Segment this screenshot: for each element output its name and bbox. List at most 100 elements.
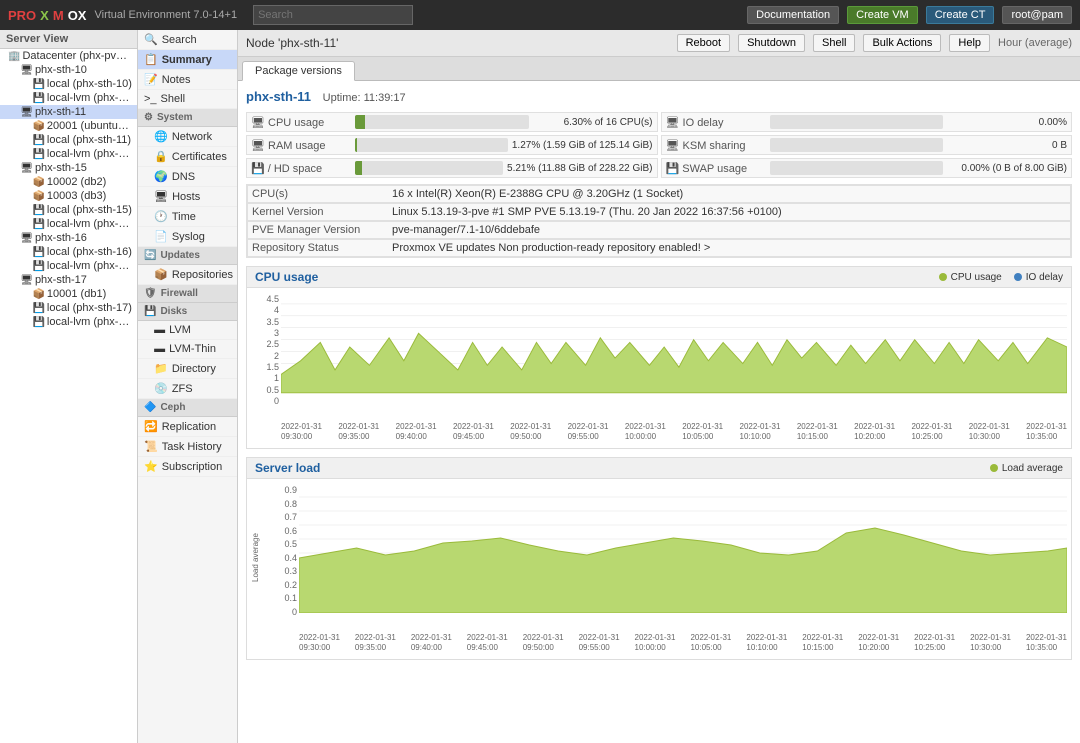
topbar: PROXMOX Virtual Environment 7.0-14+1 Doc… — [0, 0, 1080, 30]
cpu-legend-item: CPU usage — [939, 272, 1002, 283]
server-load-legend: Load average — [990, 463, 1063, 474]
sidebar-item-10001--db1-[interactable]: 📦10001 (db1) — [0, 287, 137, 301]
sidebar-item-local--phx-sth-16-[interactable]: 💾local (phx-sth-16) — [0, 245, 137, 259]
sidebar: Server View 🏢Datacenter (phx-pve-c01) 🖥p… — [0, 30, 138, 743]
cpu-chart-inner — [281, 292, 1067, 422]
documentation-button[interactable]: Documentation — [747, 6, 839, 24]
server-load-chart-title: Server load — [255, 461, 990, 475]
logo-ox: X — [40, 8, 49, 23]
summary-title: phx-sth-11 Uptime: 11:39:17 — [246, 89, 1072, 104]
hour-average-label: Hour (average) — [998, 37, 1072, 49]
info-row-cpu-s-: CPU(s)16 x Intel(R) Xeon(R) E-2388G CPU … — [247, 185, 1071, 203]
nav-item-summary[interactable]: 📋Summary — [138, 50, 237, 70]
sidebar-item-local--phx-sth-17-[interactable]: 💾local (phx-sth-17) — [0, 301, 137, 315]
sidebar-item-local-lvm--phx-sth-15-[interactable]: 💾local-lvm (phx-sth-15) — [0, 217, 137, 231]
sidebar-item-phx-sth-17[interactable]: 🖥phx-sth-17 — [0, 273, 137, 287]
sidebar-item-local-lvm--phx-sth-16-[interactable]: 💾local-lvm (phx-sth-16) — [0, 259, 137, 273]
search-box[interactable] — [253, 5, 413, 25]
nav-item-replication[interactable]: 🔁Replication — [138, 417, 237, 437]
nav-item-updates[interactable]: 🔄Updates — [138, 247, 237, 265]
help-button[interactable]: Help — [949, 34, 990, 52]
sidebar-item-local--phx-sth-10-[interactable]: 💾local (phx-sth-10) — [0, 77, 137, 91]
nav-item-dns[interactable]: 🌍DNS — [138, 167, 237, 187]
nav-item-search[interactable]: 🔍Search — [138, 30, 237, 50]
sidebar-item-local-lvm--phx-sth-10-[interactable]: 💾local-lvm (phx-sth-10) — [0, 91, 137, 105]
cpu-y-axis: 4.543.532.521.510.50 — [251, 292, 281, 422]
sidebar-item-datacenter--phx-pve-c01-[interactable]: 🏢Datacenter (phx-pve-c01) — [0, 49, 137, 63]
user-button[interactable]: root@pam — [1002, 6, 1072, 24]
nav-item-subscription[interactable]: ⭐Subscription — [138, 457, 237, 477]
nav-panel: 🔍Search📋Summary📝Notes>_Shell⚙System 🌐Net… — [138, 30, 238, 743]
tab-package-versions[interactable]: Package versions — [242, 61, 355, 81]
nav-item-network[interactable]: 🌐Network — [138, 127, 237, 147]
metric-row-cpu: 🖥 CPU usage6.30% of 16 CPU(s) — [246, 112, 658, 132]
info-row-kernel-version: Kernel VersionLinux 5.13.19-3-pve #1 SMP… — [247, 203, 1071, 221]
nav-items: 🔍Search📋Summary📝Notes>_Shell⚙System 🌐Net… — [138, 30, 237, 477]
load-chart-inner — [299, 483, 1067, 633]
sidebar-item-phx-sth-15[interactable]: 🖥phx-sth-15 — [0, 161, 137, 175]
nav-item-system[interactable]: ⚙System — [138, 109, 237, 127]
nav-item-zfs[interactable]: 💿ZFS — [138, 379, 237, 399]
logo-px: PRO — [8, 8, 36, 23]
sidebar-item-phx-sth-11[interactable]: 🖥phx-sth-11 — [0, 105, 137, 119]
nav-item-directory[interactable]: 📁Directory — [138, 359, 237, 379]
shutdown-button[interactable]: Shutdown — [738, 34, 805, 52]
load-legend-label: Load average — [1002, 463, 1063, 474]
cpu-chart-header: CPU usage CPU usage IO delay — [247, 267, 1071, 288]
load-legend-dot — [990, 464, 998, 472]
server-load-chart-section: Server load Load average Load average 0.… — [246, 457, 1072, 660]
nav-item-task-history[interactable]: 📜Task History — [138, 437, 237, 457]
nav-item-ceph[interactable]: 🔷Ceph — [138, 399, 237, 417]
io-legend-label: IO delay — [1026, 272, 1063, 283]
search-input[interactable] — [253, 5, 413, 25]
nav-item-shell[interactable]: >_Shell — [138, 90, 237, 109]
sidebar-item-local-lvm--phx-sth-11-[interactable]: 💾local-lvm (phx-sth-11) — [0, 147, 137, 161]
metric-row-swap: 💾 SWAP usage0.00% (0 B of 8.00 GiB) — [661, 158, 1073, 178]
sidebar-item-local--phx-sth-15-[interactable]: 💾local (phx-sth-15) — [0, 203, 137, 217]
sidebar-tree: 🏢Datacenter (phx-pve-c01) 🖥phx-sth-10 💾l… — [0, 49, 137, 329]
logo-px2: M — [53, 8, 64, 23]
tabs: Package versions — [238, 57, 1080, 81]
info-container: CPU(s)16 x Intel(R) Xeon(R) E-2388G CPU … — [246, 184, 1072, 258]
content-area: phx-sth-11 Uptime: 11:39:17 🖥 CPU usage6… — [238, 81, 1080, 743]
create-ct-button[interactable]: Create CT — [926, 6, 995, 24]
sidebar-item-10003--db3-[interactable]: 📦10003 (db3) — [0, 189, 137, 203]
nav-item-disks[interactable]: 💾Disks — [138, 303, 237, 321]
nav-item-hosts[interactable]: 🖥Hosts — [138, 187, 237, 207]
node-header: Node 'phx-sth-11' Reboot Shutdown Shell … — [238, 30, 1080, 57]
info-row-pve-manager-version: PVE Manager Versionpve-manager/7.1-10/6d… — [247, 221, 1071, 239]
nav-item-lvm[interactable]: ▬LVM — [138, 321, 237, 340]
sidebar-item-phx-sth-16[interactable]: 🖥phx-sth-16 — [0, 231, 137, 245]
load-y-axis: 0.90.80.70.60.50.40.30.20.10 — [275, 483, 299, 633]
metric-row-hd: 💾 / HD space5.21% (11.88 GiB of 228.22 G… — [246, 158, 658, 178]
create-vm-button[interactable]: Create VM — [847, 6, 918, 24]
server-load-chart-body: Load average 0.90.80.70.60.50.40.30.20.1… — [247, 479, 1071, 659]
sidebar-item-local--phx-sth-11-[interactable]: 💾local (phx-sth-11) — [0, 133, 137, 147]
cpu-legend-dot — [939, 273, 947, 281]
io-legend-dot — [1014, 273, 1022, 281]
cpu-chart-body: 4.543.532.521.510.50 — [247, 288, 1071, 448]
sidebar-item-phx-sth-10[interactable]: 🖥phx-sth-10 — [0, 63, 137, 77]
sidebar-item-local-lvm--phx-sth-17-[interactable]: 💾local-lvm (phx-sth-17) — [0, 315, 137, 329]
nav-item-syslog[interactable]: 📄Syslog — [138, 227, 237, 247]
metric-row-ksm: 🖥 KSM sharing0 B — [661, 135, 1073, 155]
server-load-chart-header: Server load Load average — [247, 458, 1071, 479]
io-legend-item: IO delay — [1014, 272, 1063, 283]
cpu-chart-title: CPU usage — [255, 270, 939, 284]
logo-ox2: OX — [68, 8, 87, 23]
load-avg-legend-item: Load average — [990, 463, 1063, 474]
sidebar-item-10002--db2-[interactable]: 📦10002 (db2) — [0, 175, 137, 189]
nav-item-time[interactable]: 🕐Time — [138, 207, 237, 227]
bulk-actions-button[interactable]: Bulk Actions — [863, 34, 941, 52]
nav-item-notes[interactable]: 📝Notes — [138, 70, 237, 90]
shell-button[interactable]: Shell — [813, 34, 855, 52]
nav-item-certificates[interactable]: 🔒Certificates — [138, 147, 237, 167]
cpu-legend-label: CPU usage — [951, 272, 1002, 283]
sidebar-header: Server View — [0, 30, 137, 49]
nav-item-repositories[interactable]: 📦Repositories — [138, 265, 237, 285]
sidebar-item-20001--ubuntu01-[interactable]: 📦20001 (ubuntu01) — [0, 119, 137, 133]
nav-item-lvm-thin[interactable]: ▬LVM-Thin — [138, 340, 237, 359]
reboot-button[interactable]: Reboot — [677, 34, 730, 52]
metric-row-io: 🖥 IO delay0.00% — [661, 112, 1073, 132]
nav-item-firewall[interactable]: 🛡Firewall — [138, 285, 237, 303]
